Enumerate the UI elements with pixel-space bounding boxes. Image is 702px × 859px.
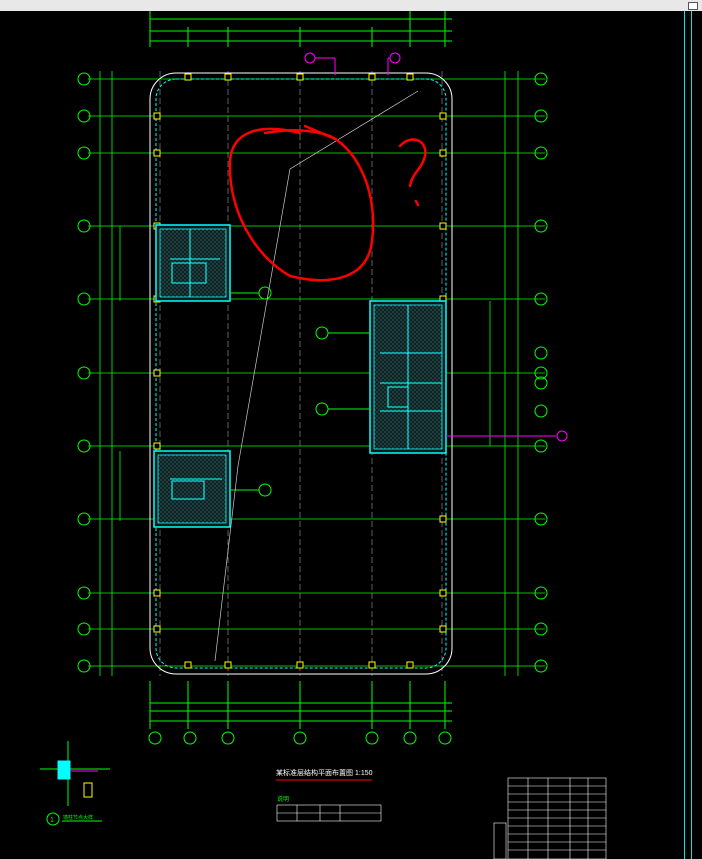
detail-number: 1 — [50, 817, 54, 824]
core-wall-upper-left — [155, 224, 231, 302]
schedule-table — [493, 777, 607, 859]
drawing-scale: 1:150 — [355, 770, 373, 777]
right-axis-bubbles — [534, 72, 548, 673]
cad-drawing-canvas[interactable]: ? 某标准层结构平面布置图 1:150 说明 1 墙柱节点大样 — [0, 11, 702, 859]
red-markup-annotation — [228, 124, 427, 282]
bottom-axis-bubbles — [148, 731, 452, 745]
core-wall-right — [369, 300, 447, 454]
legend-title: 说明 — [277, 795, 289, 803]
detail-drawing — [40, 741, 110, 826]
core-wall-lower-left — [153, 450, 231, 528]
top-dimension-lines — [149, 11, 452, 47]
detail-label: 墙柱节点大样 — [63, 814, 93, 821]
left-dimension-lines — [99, 71, 121, 676]
bottom-dimension-lines — [149, 681, 452, 729]
window-title-bar — [0, 0, 702, 11]
legend-table: 说明 — [276, 795, 382, 822]
drawing-title-block: 某标准层结构平面布置图 1:150 — [276, 768, 373, 781]
right-dimension-lines — [489, 71, 519, 676]
drawing-title: 某标准层结构平面布置图 — [276, 768, 353, 777]
left-axis-bubbles — [77, 72, 91, 673]
window-control-icon[interactable] — [688, 2, 698, 10]
